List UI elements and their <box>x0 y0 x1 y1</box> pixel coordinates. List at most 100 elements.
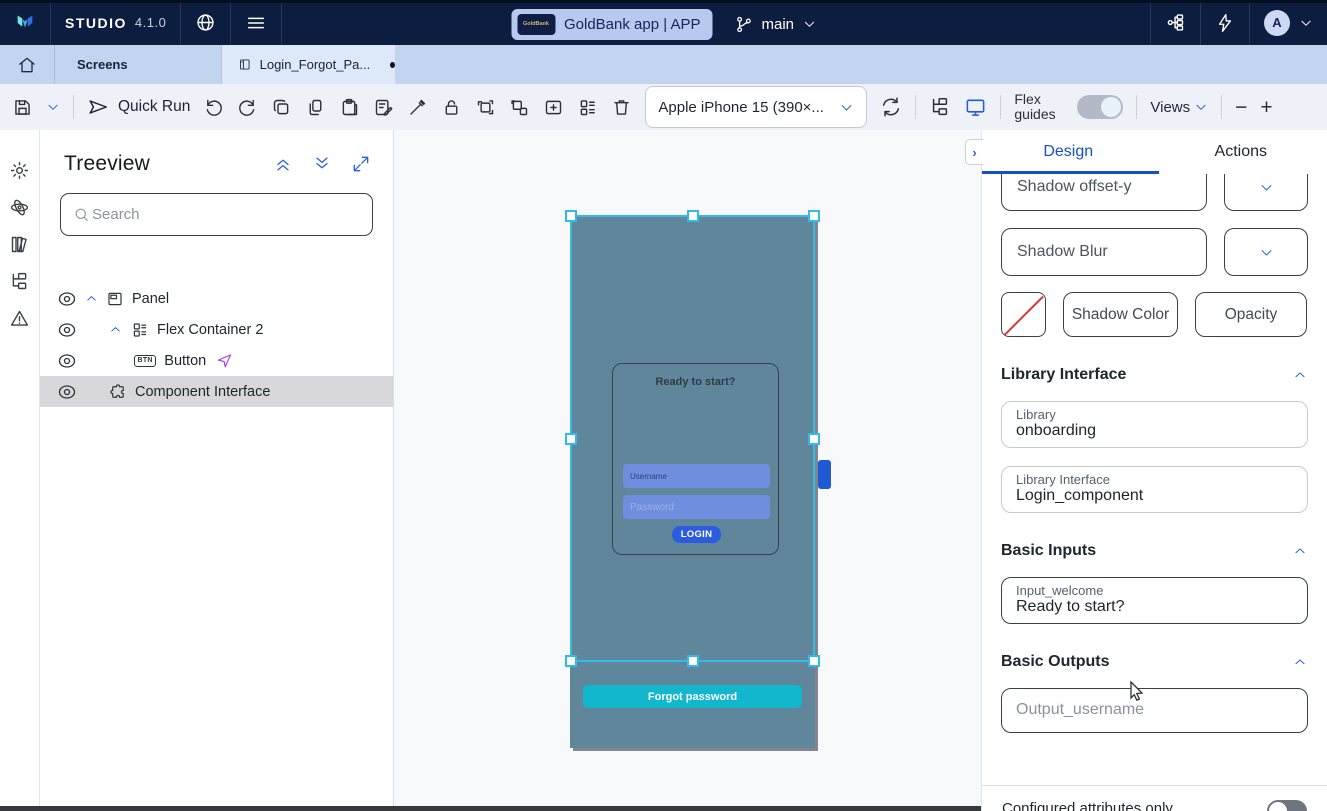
shadow-offset-y-unit-dropdown[interactable] <box>1224 174 1308 211</box>
zoom-out-button[interactable]: − <box>1235 97 1247 118</box>
unsaved-dot <box>390 62 395 68</box>
zoom-in-button[interactable]: + <box>1260 97 1272 118</box>
paste-button[interactable] <box>339 97 360 118</box>
brush-button[interactable] <box>407 97 428 118</box>
canvas-scroll-handle[interactable] <box>818 460 831 489</box>
lock-button[interactable] <box>441 97 462 118</box>
tree-item-flex-container[interactable]: Flex Container 2 <box>40 314 393 345</box>
eye-icon[interactable] <box>57 351 77 371</box>
section-basic-outputs[interactable]: Basic Outputs <box>1001 653 1308 671</box>
branch-selector[interactable]: main <box>734 15 816 34</box>
tree-item-label: Button <box>164 353 206 369</box>
main-menu-button[interactable] <box>231 0 282 45</box>
language-button[interactable] <box>181 0 231 45</box>
shadow-blur-unit-dropdown[interactable] <box>1224 228 1308 276</box>
resize-handle[interactable] <box>687 655 699 667</box>
delete-button[interactable] <box>611 97 632 118</box>
shadow-color-button[interactable]: Shadow Color <box>1063 292 1178 337</box>
integrations-button[interactable] <box>1150 0 1200 45</box>
treeview-toggle-button[interactable] <box>929 96 951 118</box>
shadow-offset-y-field[interactable]: Shadow offset-y <box>1001 174 1207 211</box>
styles-button[interactable] <box>373 97 394 118</box>
eye-icon[interactable] <box>57 382 77 402</box>
device-selector[interactable]: Apple iPhone 15 (390×... <box>645 86 867 128</box>
device-preview-icon <box>964 96 987 119</box>
selection-outline[interactable] <box>570 215 815 662</box>
save-options-button[interactable] <box>46 100 60 114</box>
resize-handle[interactable] <box>808 433 820 445</box>
workspace-bottom-scrollbar[interactable] <box>0 806 981 811</box>
eye-icon[interactable] <box>57 289 77 309</box>
expand-panel-button[interactable] <box>351 154 371 174</box>
section-basic-inputs[interactable]: Basic Inputs <box>1001 542 1308 560</box>
panel-icon <box>106 290 124 308</box>
refresh-button[interactable] <box>880 96 902 118</box>
warnings-button[interactable] <box>9 308 30 329</box>
configured-attributes-toggle[interactable] <box>1267 800 1307 811</box>
resize-handle[interactable] <box>565 210 577 222</box>
tree-item-panel[interactable]: Panel <box>40 283 393 314</box>
device-preview-button[interactable] <box>964 96 987 119</box>
search-input[interactable] <box>92 206 360 223</box>
shadow-blur-field[interactable]: Shadow Blur <box>1001 228 1207 276</box>
design-canvas[interactable]: Ready to start? Username Password LOGIN … <box>394 130 981 811</box>
app-badge[interactable]: GoldBank GoldBank app | APP <box>511 9 713 40</box>
eye-icon[interactable] <box>57 320 77 340</box>
account-menu[interactable]: A <box>1249 0 1327 45</box>
output-username-field[interactable]: Output_username <box>1001 688 1308 733</box>
input-welcome-field[interactable]: Input_welcome Ready to start? <box>1001 577 1308 624</box>
quick-run-button[interactable]: Quick Run <box>87 96 190 118</box>
action-icon <box>216 352 233 369</box>
collapse-chevron[interactable] <box>108 322 123 337</box>
collapse-all-button[interactable] <box>273 154 293 174</box>
tab-login-forgot[interactable]: Login_Forgot_Pa... <box>222 45 395 84</box>
tree-search[interactable] <box>60 193 373 236</box>
library-field[interactable]: Library onboarding <box>1001 401 1308 448</box>
tree-button[interactable] <box>9 271 30 292</box>
collapse-chevron[interactable] <box>84 291 99 306</box>
section-library-interface[interactable]: Library Interface <box>1001 366 1308 384</box>
tree-item-component-interface[interactable]: Component Interface <box>40 376 393 407</box>
copy-button[interactable] <box>305 97 326 118</box>
resize-handle[interactable] <box>565 433 577 445</box>
undo-button[interactable] <box>203 97 224 118</box>
chevron-down-icon <box>839 100 854 115</box>
add-frame-button[interactable] <box>543 97 564 118</box>
chevron-down-icon <box>1259 245 1274 260</box>
duplicate-button[interactable] <box>271 97 292 118</box>
section-collapse-button[interactable] <box>1292 654 1308 670</box>
section-collapse-button[interactable] <box>1292 367 1308 383</box>
app-logo[interactable] <box>0 0 51 45</box>
library-button[interactable] <box>9 234 30 255</box>
expand-all-button[interactable] <box>312 154 332 174</box>
no-color-swatch[interactable] <box>1001 292 1046 337</box>
settings-button[interactable] <box>9 160 30 181</box>
components-button[interactable] <box>577 97 598 118</box>
tree-item-button[interactable]: BTN Button <box>40 345 393 376</box>
section-collapse-button[interactable] <box>1292 543 1308 559</box>
forgot-password-button[interactable]: Forgot password <box>583 685 802 708</box>
quick-actions-button[interactable] <box>1200 0 1249 45</box>
flex-guides-toggle[interactable] <box>1077 95 1123 119</box>
opacity-button[interactable]: Opacity <box>1195 292 1307 337</box>
brand-version: 4.1.0 <box>135 15 166 30</box>
resize-handle[interactable] <box>565 655 577 667</box>
save-button[interactable] <box>12 97 33 118</box>
panel-collapse-button[interactable]: › <box>965 139 983 165</box>
resize-handle[interactable] <box>808 655 820 667</box>
ungroup-button[interactable] <box>509 97 530 118</box>
trash-icon <box>611 97 632 118</box>
redo-button[interactable] <box>237 97 258 118</box>
tab-screens[interactable]: Screens <box>55 45 222 84</box>
resize-handle[interactable] <box>687 210 699 222</box>
views-dropdown[interactable]: Views <box>1150 99 1208 116</box>
resize-handle[interactable] <box>808 210 820 222</box>
tab-actions[interactable]: Actions <box>1155 130 1327 174</box>
home-tab[interactable] <box>0 45 55 84</box>
copy-icon <box>305 97 326 118</box>
library-interface-field[interactable]: Library Interface Login_component <box>1001 466 1308 513</box>
group-button[interactable] <box>475 97 496 118</box>
api-button[interactable] <box>9 197 30 218</box>
tab-design[interactable]: Design <box>982 130 1155 174</box>
quick-run-label: Quick Run <box>118 98 190 116</box>
